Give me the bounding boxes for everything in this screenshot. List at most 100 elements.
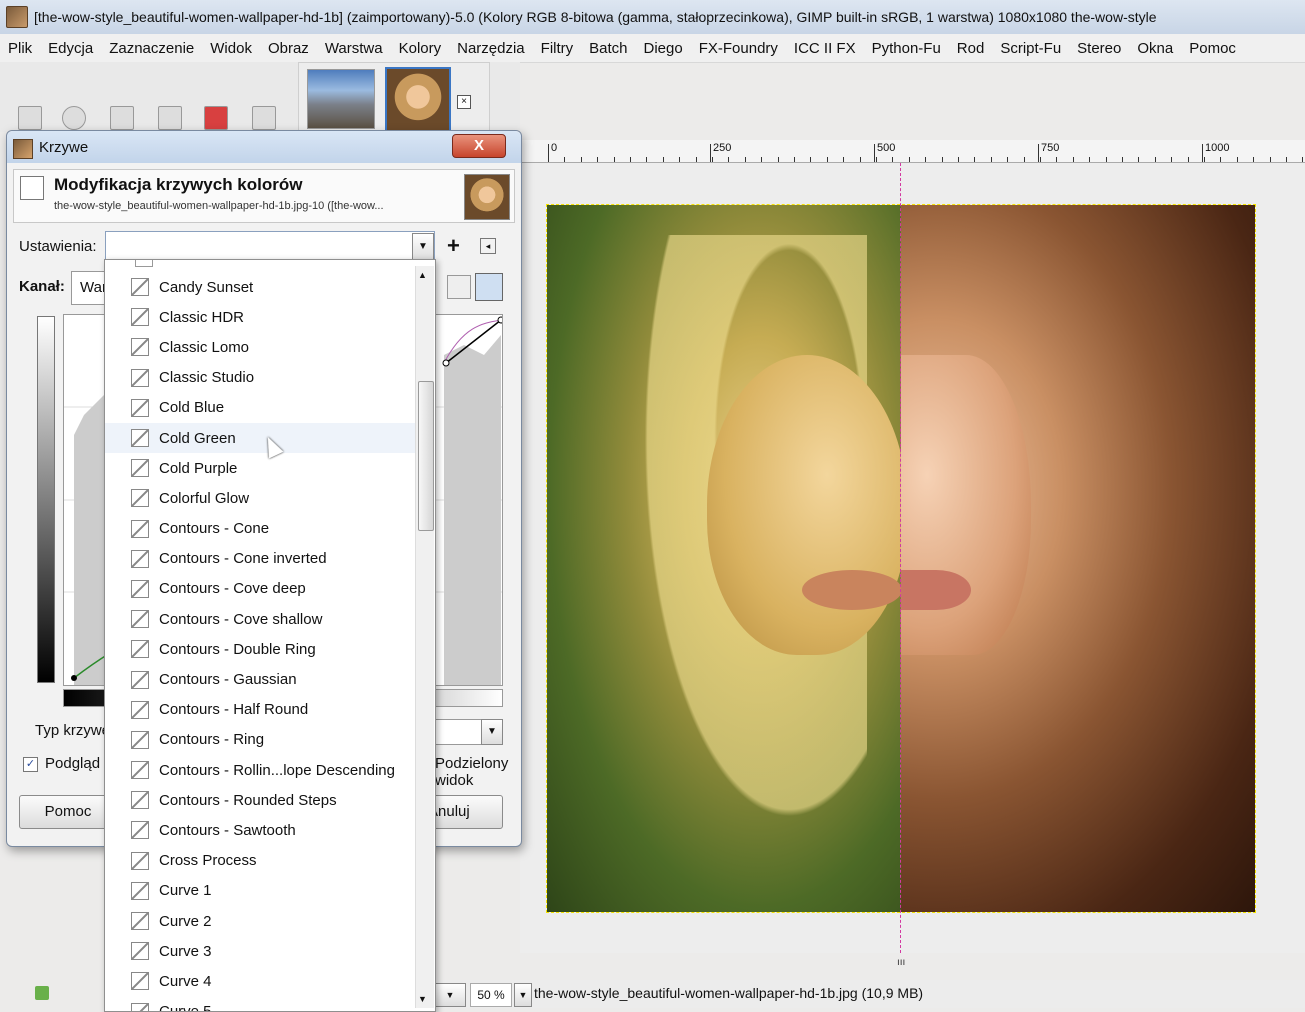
preset-item[interactable]: Contours - Gaussian (105, 664, 415, 694)
preset-item[interactable]: Contours - Sawtooth (105, 815, 415, 845)
log-histogram-icon[interactable] (475, 273, 503, 301)
preset-menu-icon[interactable]: ◂ (480, 238, 496, 254)
preset-item[interactable]: Contours - Cone inverted (105, 544, 415, 574)
menu-item-icc-ii-fx[interactable]: ICC II FX (786, 40, 864, 57)
menu-item-widok[interactable]: Widok (202, 40, 260, 57)
preset-item[interactable]: Cold Blue (105, 393, 415, 423)
preset-item[interactable]: Contours - Rollin...lope Descending (105, 755, 415, 785)
preset-item[interactable]: Contours - Cone (105, 514, 415, 544)
image-canvas[interactable] (546, 204, 1256, 913)
preset-item-label: Curve 4 (159, 973, 212, 990)
preview-checkbox[interactable]: ✓ (23, 757, 38, 772)
preset-item[interactable]: Cold Purple (105, 453, 415, 483)
ruler-label: 0 (551, 142, 557, 154)
preset-item-label: Contours - Ring (159, 731, 264, 748)
guide-handle-icon[interactable]: ııı (897, 957, 905, 968)
zoom-field[interactable]: 50 % (470, 983, 512, 1007)
preset-item[interactable]: Colorful Glow (105, 483, 415, 513)
curve-type-dropdown-button[interactable]: ▼ (481, 719, 503, 745)
preset-item[interactable]: Contours - Rounded Steps (105, 785, 415, 815)
preset-curve-icon (131, 882, 149, 900)
image-tab-portrait[interactable] (385, 67, 451, 133)
preset-item[interactable]: Candy Sunset (105, 272, 415, 302)
menu-item-pomoc[interactable]: Pomoc (1181, 40, 1244, 57)
scissors-tool-icon[interactable] (252, 106, 276, 130)
settings-label: Ustawienia: (19, 238, 97, 255)
dialog-title-bar[interactable]: Krzywe X (7, 131, 521, 163)
menu-item-warstwa[interactable]: Warstwa (317, 40, 391, 57)
preset-item-label: Cross Process (159, 852, 257, 869)
menu-item-stereo[interactable]: Stereo (1069, 40, 1129, 57)
split-guide-line[interactable] (900, 163, 901, 953)
preset-curve-icon (131, 821, 149, 839)
scroll-down-icon[interactable]: ▼ (418, 994, 427, 1004)
rect-select-tool-icon[interactable] (18, 106, 42, 130)
export-icon[interactable] (35, 986, 49, 1000)
preset-item[interactable]: Contours - Ring (105, 725, 415, 755)
preset-item[interactable]: Classic HDR (105, 302, 415, 332)
scrollbar-thumb[interactable] (418, 381, 434, 531)
preset-curve-icon (131, 520, 149, 538)
split-view-label[interactable]: Podzielony widok (435, 755, 521, 789)
unit-dropdown[interactable]: ▼ (434, 983, 466, 1007)
image-left-half (547, 205, 901, 912)
ellipse-select-tool-icon[interactable] (62, 106, 86, 130)
preset-item-label: Contours - Rollin...lope Descending (159, 762, 395, 779)
preset-curve-icon (131, 338, 149, 356)
zoom-dropdown-button[interactable]: ▼ (514, 983, 532, 1007)
preset-item-label: Contours - Rounded Steps (159, 792, 337, 809)
preset-item[interactable]: Classic Lomo (105, 332, 415, 362)
menu-item-obraz[interactable]: Obraz (260, 40, 317, 57)
menu-item-narz-dzia[interactable]: Narzędzia (449, 40, 533, 57)
menu-item-rod[interactable]: Rod (949, 40, 993, 57)
menu-item-plik[interactable]: Plik (0, 40, 40, 57)
menu-item-fx-foundry[interactable]: FX-Foundry (691, 40, 786, 57)
lasso-tool-icon[interactable] (110, 106, 134, 130)
close-tab-icon[interactable]: × (457, 95, 471, 109)
menu-item-zaznaczenie[interactable]: Zaznaczenie (101, 40, 202, 57)
preset-item[interactable]: Contours - Double Ring (105, 634, 415, 664)
menu-item-filtry[interactable]: Filtry (533, 40, 582, 57)
preset-item[interactable]: Contours - Half Round (105, 695, 415, 725)
preset-item[interactable]: Curve 3 (105, 936, 415, 966)
preset-item[interactable]: Contours - Cove shallow (105, 604, 415, 634)
preset-curve-icon (131, 852, 149, 870)
preset-item[interactable]: Classic Studio (105, 363, 415, 393)
menu-item-okna[interactable]: Okna (1129, 40, 1181, 57)
preset-curve-icon (131, 459, 149, 477)
preset-item-label: Contours - Gaussian (159, 671, 297, 688)
preset-item[interactable]: Curve 4 (105, 966, 415, 996)
preset-curve-icon (131, 429, 149, 447)
scroll-up-icon[interactable]: ▲ (418, 270, 427, 280)
menu-item-diego[interactable]: Diego (636, 40, 691, 57)
preset-item-label: Contours - Cone inverted (159, 550, 327, 567)
preset-dropdown-list[interactable]: Candy SunsetClassic HDRClassic LomoClass… (104, 259, 436, 1012)
preset-scrollbar[interactable]: ▲ ▼ (415, 266, 434, 1008)
preset-item[interactable]: Cold Green (105, 423, 415, 453)
preset-item[interactable]: Curve 2 (105, 906, 415, 936)
help-button[interactable]: Pomoc (19, 795, 117, 829)
color-select-tool-icon[interactable] (204, 106, 228, 130)
preset-item-label: Contours - Half Round (159, 701, 308, 718)
menu-item-kolory[interactable]: Kolory (391, 40, 450, 57)
menu-item-script-fu[interactable]: Script-Fu (992, 40, 1069, 57)
preset-item[interactable]: Cross Process (105, 846, 415, 876)
preset-item[interactable]: Contours - Cove deep (105, 574, 415, 604)
image-tab-landscape[interactable] (307, 69, 375, 129)
menu-item-batch[interactable]: Batch (581, 40, 635, 57)
curves-dialog-icon (13, 139, 33, 159)
preview-label[interactable]: Podgląd (45, 755, 100, 772)
menu-item-python-fu[interactable]: Python-Fu (864, 40, 949, 57)
preset-item[interactable]: Curve 1 (105, 876, 415, 906)
channel-label: Kanał: (19, 278, 65, 295)
settings-dropdown-button[interactable]: ▼ (412, 233, 434, 261)
close-button[interactable]: X (452, 134, 506, 158)
preset-item-label: Curve 3 (159, 943, 212, 960)
preset-curve-icon (131, 912, 149, 930)
fuzzy-select-tool-icon[interactable] (158, 106, 182, 130)
preset-item-label: Curve 2 (159, 913, 212, 930)
add-preset-icon[interactable]: + (447, 233, 460, 259)
menu-item-edycja[interactable]: Edycja (40, 40, 101, 57)
linear-histogram-icon[interactable] (447, 275, 471, 299)
cancel-button[interactable]: Anuluj (427, 795, 503, 829)
